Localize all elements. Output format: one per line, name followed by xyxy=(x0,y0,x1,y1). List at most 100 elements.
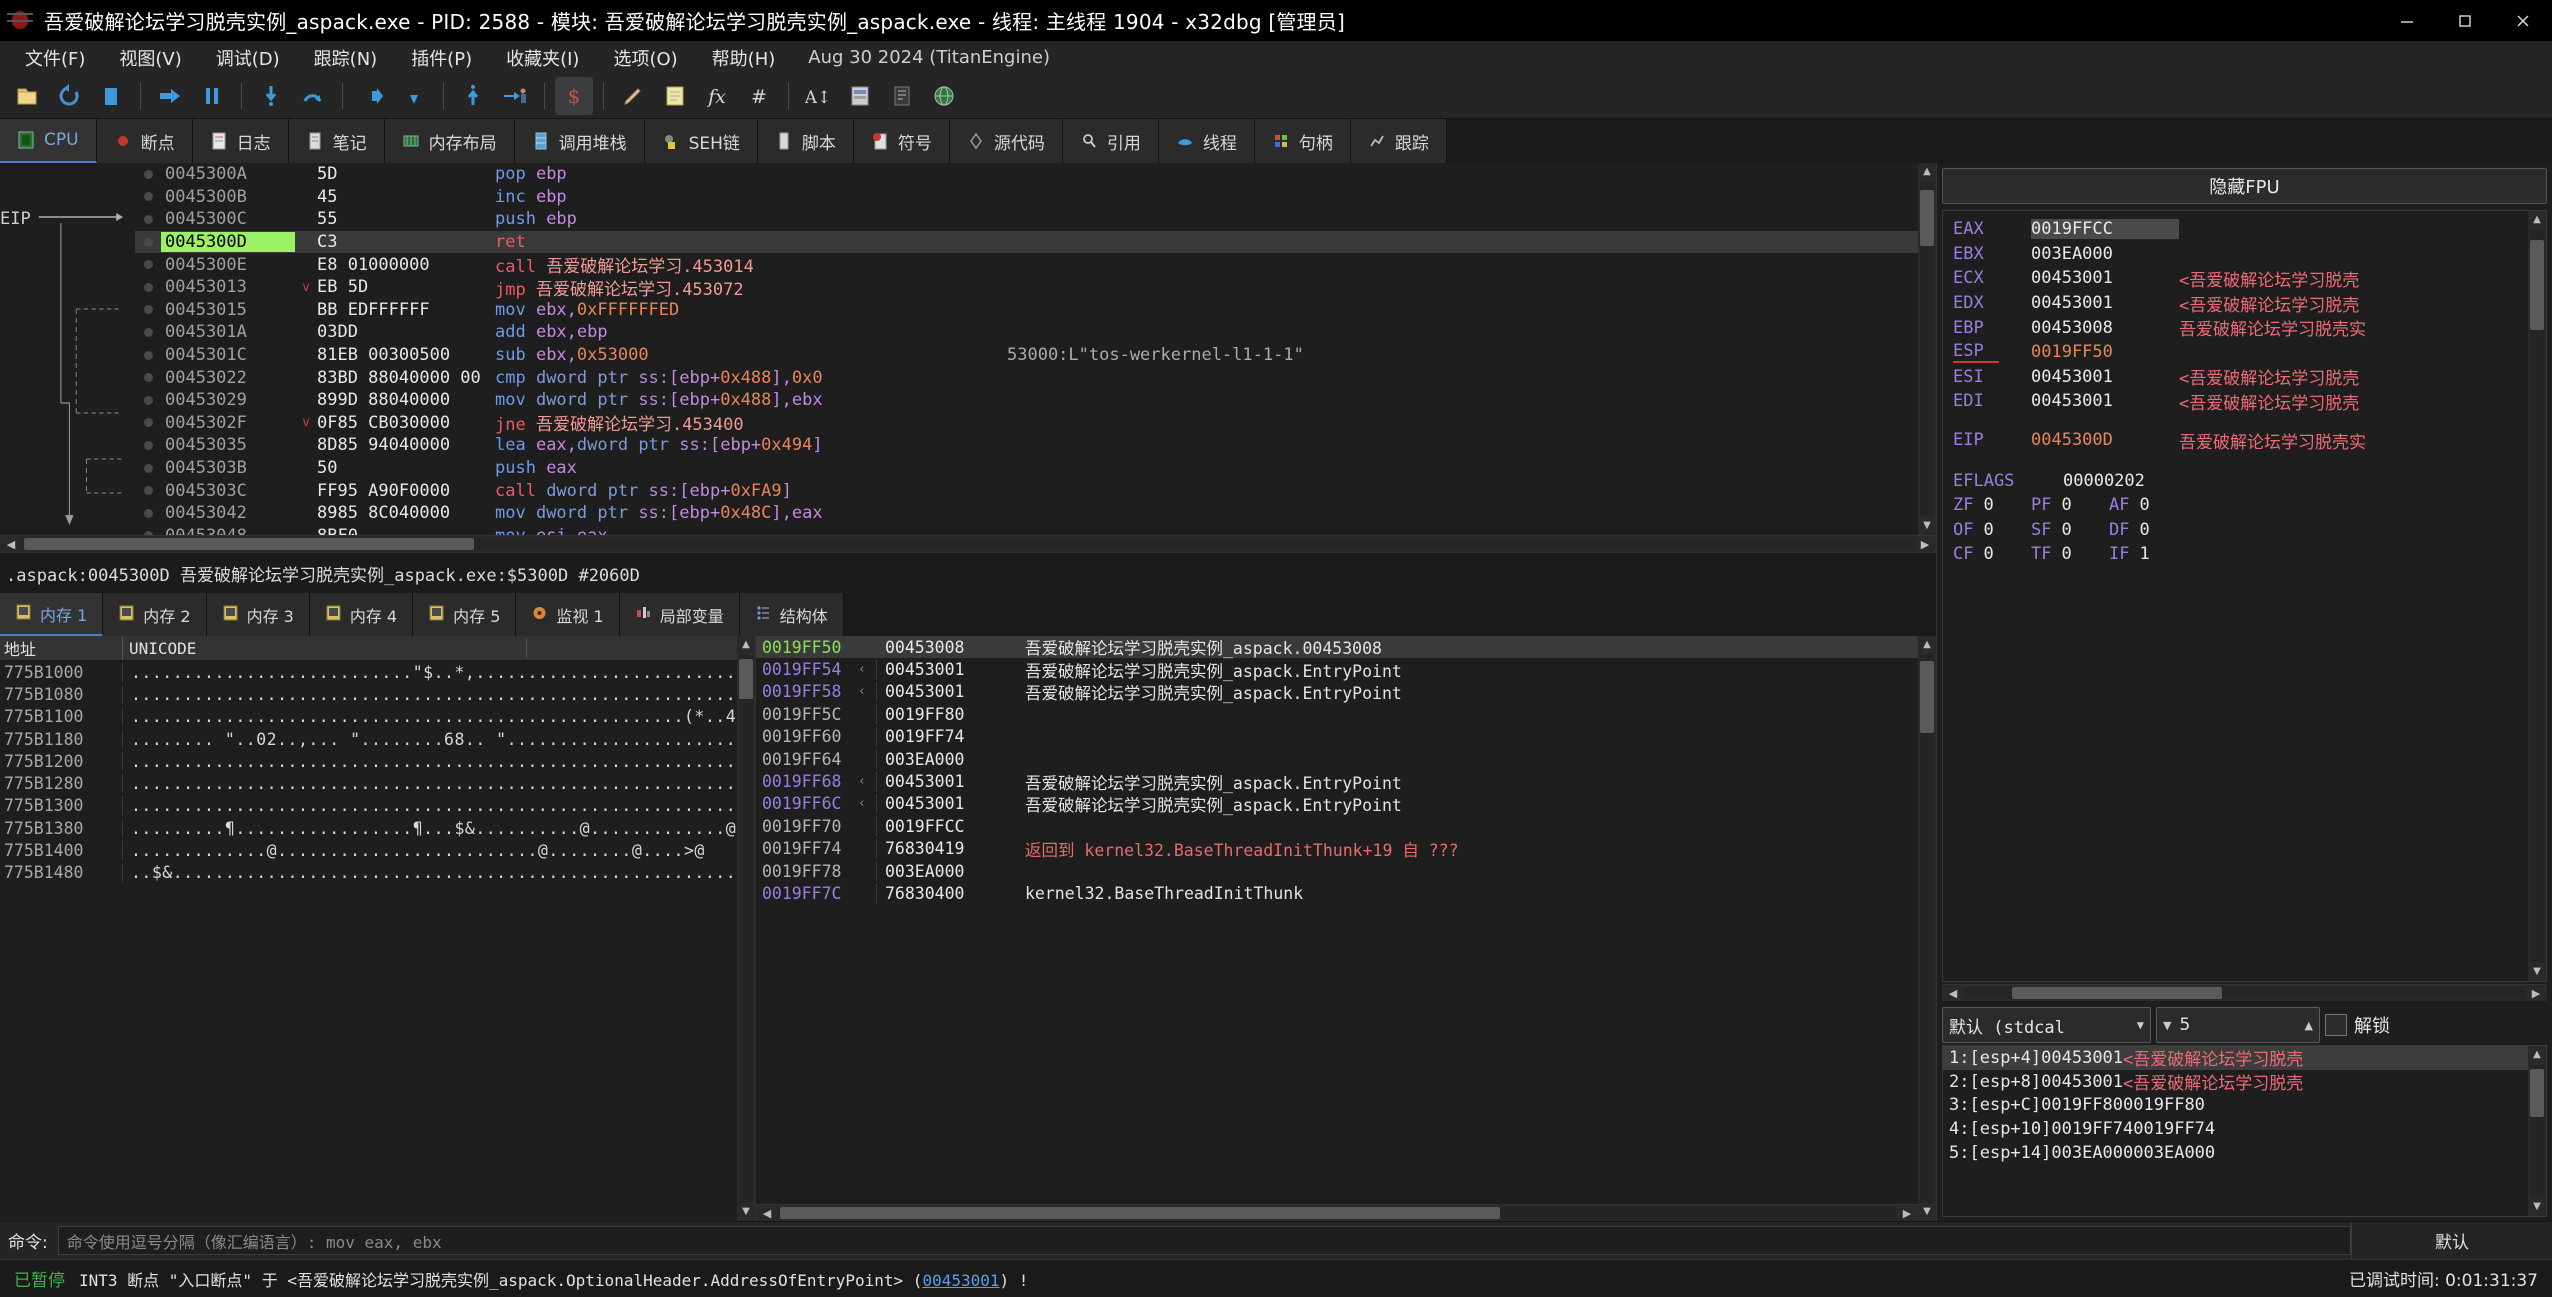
flag-pf[interactable]: PF0 xyxy=(2031,495,2109,515)
stack-scrollbar[interactable]: ▲ ▼ xyxy=(1918,636,1936,1221)
breakpoint-dot-icon[interactable] xyxy=(135,373,161,382)
tab-threads[interactable]: 线程 xyxy=(1159,119,1255,163)
dump-tab-6[interactable]: 监视 1 xyxy=(516,593,619,636)
flag-tf[interactable]: TF0 xyxy=(2031,544,2109,564)
stack-row[interactable]: 0019FF54‹00453001吾爱破解论坛学习脱壳实例_aspack.Ent… xyxy=(756,658,1918,680)
stack-row[interactable]: 0019FF5000453008吾爱破解论坛学习脱壳实例_aspack.0045… xyxy=(756,636,1918,658)
register-value[interactable]: 00453001 xyxy=(2031,268,2179,288)
register-value[interactable]: 0019FF50 xyxy=(2031,342,2179,362)
disassembly-panel[interactable]: EIP xyxy=(0,163,1936,535)
stack-row[interactable]: 0019FF700019FFCC xyxy=(756,815,1918,837)
log-icon[interactable] xyxy=(883,77,921,115)
register-value[interactable]: 00453008 xyxy=(2031,318,2179,338)
pencil-icon[interactable] xyxy=(614,77,652,115)
disassembly-row[interactable]: 00453029899D 88040000mov dword ptr ss:[e… xyxy=(135,389,1918,412)
breakpoint-dot-icon[interactable] xyxy=(135,328,161,337)
register-row-edi[interactable]: EDI00453001<吾爱破解论坛学习脱壳 xyxy=(1953,389,2528,414)
disassembly-row[interactable]: 004530428985 8C040000mov dword ptr ss:[e… xyxy=(135,502,1918,525)
menu-plugins[interactable]: 插件(P) xyxy=(394,41,489,75)
run-icon[interactable] xyxy=(151,77,189,115)
dump-row[interactable]: 775B1200................................… xyxy=(0,750,737,772)
scroll-right-icon[interactable]: ▶ xyxy=(2525,987,2547,1000)
breakpoint-dot-icon[interactable] xyxy=(135,238,161,247)
breakpoint-dot-icon[interactable] xyxy=(135,464,161,473)
register-value[interactable]: 003EA000 xyxy=(2031,244,2179,264)
dump-row[interactable]: 775B1400.............@..................… xyxy=(0,839,737,861)
menu-file[interactable]: 文件(F) xyxy=(8,41,102,75)
register-row-ecx[interactable]: ECX00453001<吾爱破解论坛学习脱壳 xyxy=(1953,266,2528,291)
menu-view[interactable]: 视图(V) xyxy=(102,41,198,75)
unlock-checkbox[interactable] xyxy=(2325,1014,2347,1036)
scroll-left-icon[interactable]: ◀ xyxy=(0,538,22,551)
stack-row[interactable]: 0019FF5C0019FF80 xyxy=(756,703,1918,725)
registers-scrollbar[interactable]: ▲ ▼ xyxy=(2528,211,2546,981)
stack-row[interactable]: 0019FF600019FF74 xyxy=(756,726,1918,748)
tab-seh-chain[interactable]: SEH链 xyxy=(645,119,758,163)
flag-value[interactable]: 0 xyxy=(1983,520,1993,540)
breakpoint-dot-icon[interactable] xyxy=(135,170,161,179)
stack-row[interactable]: 0019FF58‹00453001吾爱破解论坛学习脱壳实例_aspack.Ent… xyxy=(756,681,1918,703)
disassembly-row[interactable]: 0045301A03DDadd ebx,ebp xyxy=(135,321,1918,344)
close-button[interactable] xyxy=(2494,0,2552,41)
command-input[interactable]: 命令使用逗号分隔（像汇编语言）: mov eax, ebx xyxy=(58,1226,2351,1255)
argument-row[interactable]: 2: [esp+8] 00453001 <吾爱破解论坛学习脱壳 xyxy=(1943,1070,2528,1094)
flag-value[interactable]: 0 xyxy=(1983,544,1993,564)
scroll-down-icon[interactable]: ▼ xyxy=(2533,1198,2541,1216)
disassembly-row[interactable]: 0045303CFF95 A90F0000call dword ptr ss:[… xyxy=(135,479,1918,502)
pause-icon[interactable] xyxy=(193,77,231,115)
register-row-eax[interactable]: EAX0019FFCC xyxy=(1953,217,2528,242)
tab-notes[interactable]: 笔记 xyxy=(289,119,385,163)
dump-row[interactable]: 775B1080................................… xyxy=(0,683,737,705)
register-row-ebx[interactable]: EBX003EA000 xyxy=(1953,242,2528,267)
menu-options[interactable]: 选项(O) xyxy=(596,41,694,75)
registers-list[interactable]: EAX0019FFCCEBX003EA000ECX00453001<吾爱破解论坛… xyxy=(1943,211,2528,981)
tab-breakpoints[interactable]: 断点 xyxy=(97,119,193,163)
flag-cf[interactable]: CF0 xyxy=(1953,544,2031,564)
argument-row[interactable]: 5: [esp+14] 003EA000 003EA000 xyxy=(1943,1141,2528,1165)
notes-icon[interactable] xyxy=(656,77,694,115)
disassembly-row[interactable]: 004530358D85 94040000lea eax,dword ptr s… xyxy=(135,434,1918,457)
text-mode-icon[interactable]: A↕ xyxy=(799,77,837,115)
disassembly-row[interactable]: 0045300A5Dpop ebp xyxy=(135,163,1918,186)
breakpoint-dot-icon[interactable] xyxy=(135,441,161,450)
disassembly-row[interactable]: 0045300EE8 01000000call 吾爱破解论坛学习.453014 xyxy=(135,253,1918,276)
flag-value[interactable]: 0 xyxy=(2139,495,2149,515)
hide-fpu-button[interactable]: 隐藏FPU xyxy=(1942,168,2547,204)
disassembly-scrollbar[interactable]: ▲ ▼ xyxy=(1918,163,1936,535)
arguments-box[interactable]: 1: [esp+4] 00453001 <吾爱破解论坛学习脱壳2: [esp+8… xyxy=(1942,1045,2547,1217)
scroll-down-icon[interactable]: ▼ xyxy=(742,1203,750,1221)
flag-value[interactable]: 0 xyxy=(2061,544,2071,564)
menu-favourites[interactable]: 收藏夹(I) xyxy=(489,41,596,75)
step-into-dotted-icon[interactable] xyxy=(395,77,433,115)
stack-row[interactable]: 0019FF7476830419返回到 kernel32.BaseThreadI… xyxy=(756,838,1918,860)
breakpoint-dot-icon[interactable] xyxy=(135,351,161,360)
chevron-down-icon[interactable]: ▼ xyxy=(2163,1019,2171,1032)
unlock-checkbox-wrap[interactable]: 解锁 xyxy=(2325,1012,2390,1038)
flag-of[interactable]: OF0 xyxy=(1953,520,2031,540)
scroll-up-icon[interactable]: ▲ xyxy=(2533,211,2541,229)
scroll-right-icon[interactable]: ▶ xyxy=(1896,1207,1918,1220)
stack-row[interactable]: 0019FF68‹00453001吾爱破解论坛学习脱壳实例_aspack.Ent… xyxy=(756,770,1918,792)
dump-tab-3[interactable]: 内存 3 xyxy=(207,593,310,636)
breakpoint-dot-icon[interactable] xyxy=(135,215,161,224)
stack-row[interactable]: 0019FF6C‹00453001吾爱破解论坛学习脱壳实例_aspack.Ent… xyxy=(756,793,1918,815)
flag-value[interactable]: 1 xyxy=(2139,544,2149,564)
arguments-list[interactable]: 1: [esp+4] 00453001 <吾爱破解论坛学习脱壳2: [esp+8… xyxy=(1943,1046,2528,1216)
flag-sf[interactable]: SF0 xyxy=(2031,520,2109,540)
registers-hscrollbar[interactable]: ◀ ▶ xyxy=(1942,984,2547,1001)
register-row-eflags[interactable]: EFLAGS00000202 xyxy=(1953,468,2528,493)
scroll-down-icon[interactable]: ▼ xyxy=(1923,517,1931,535)
dump-panel[interactable]: 地址 UNICODE 775B1000.....................… xyxy=(0,636,737,1221)
scroll-down-icon[interactable]: ▼ xyxy=(2533,963,2541,981)
registers-box[interactable]: EAX0019FFCCEBX003EA000ECX00453001<吾爱破解论坛… xyxy=(1942,210,2547,982)
breakpoint-dot-icon[interactable] xyxy=(135,418,161,427)
menu-debug[interactable]: 调试(D) xyxy=(199,41,297,75)
register-row-edx[interactable]: EDX00453001<吾爱破解论坛学习脱壳 xyxy=(1953,291,2528,316)
disassembly-row[interactable]: 0045302283BD 88040000 00cmp dword ptr ss… xyxy=(135,366,1918,389)
dump-row[interactable]: 775B1100................................… xyxy=(0,706,737,728)
disassembly-row[interactable]: 0045303B50push eax xyxy=(135,457,1918,480)
tab-cpu[interactable]: CPU xyxy=(0,119,97,163)
breakpoint-dot-icon[interactable] xyxy=(135,305,161,314)
disassembly-row[interactable]: 004530488BF0mov esi,eax xyxy=(135,525,1918,536)
restart-icon[interactable] xyxy=(50,77,88,115)
